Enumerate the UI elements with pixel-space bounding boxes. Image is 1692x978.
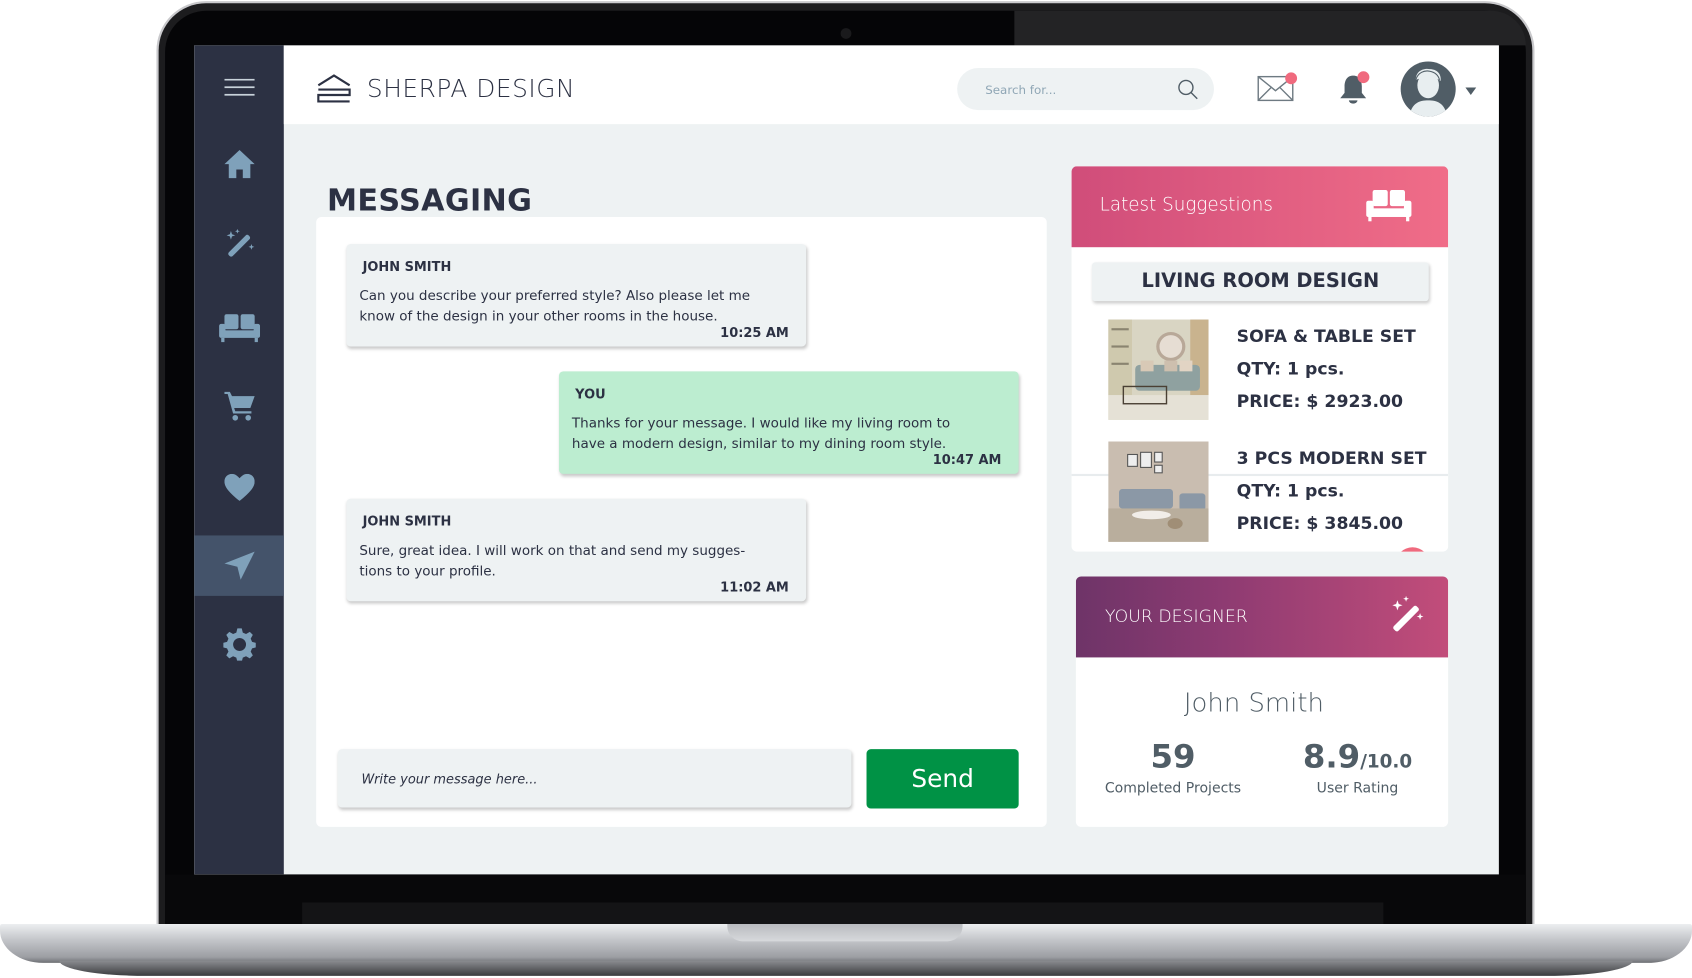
- notification-badge: [1357, 71, 1370, 84]
- user-rating-stat: 8.9/10.0 User Rating: [1271, 738, 1444, 796]
- product-price: PRICE: $ 3845.00: [1236, 512, 1404, 534]
- top-bar: SHERPA DESIGN: [283, 45, 1499, 125]
- opening-notch: [727, 924, 963, 942]
- send-icon: [223, 551, 255, 580]
- sofa-icon: [1366, 189, 1412, 222]
- user-menu-caret[interactable]: [1465, 87, 1477, 95]
- message-sender: JOHN SMITH: [362, 513, 452, 529]
- house-logo-icon: [317, 74, 351, 103]
- rating-scale: /10.0: [1360, 751, 1413, 773]
- rating-score: 8.9: [1302, 738, 1361, 777]
- suggestions-title: Latest Suggestions: [1099, 194, 1273, 216]
- product-image-sofa-table-set: [1108, 319, 1209, 420]
- product-item[interactable]: 3 PCS MODERN SET QTY: 1 pcs. PRICE: $ 38…: [1072, 441, 1449, 552]
- suggestions-header: Latest Suggestions: [1071, 166, 1449, 248]
- user-avatar-icon: [1409, 68, 1448, 117]
- product-quantity: QTY: 1 pcs.: [1236, 358, 1345, 379]
- magic-wand-icon: [226, 228, 254, 257]
- designer-header: YOUR DESIGNER: [1075, 576, 1449, 658]
- message-bubble: JOHN SMITH Can you describe your preferr…: [346, 243, 807, 347]
- sidebar-item-settings[interactable]: [194, 614, 284, 674]
- sidebar: [194, 45, 284, 875]
- sidebar-item-messaging[interactable]: [194, 535, 284, 596]
- designer-name: John Smith: [1183, 687, 1324, 718]
- send-button[interactable]: Send: [866, 749, 1019, 809]
- product-name: SOFA & TABLE SET: [1236, 326, 1416, 347]
- app-screen: SHERPA DESIGN MESSAGING JOHN SM: [194, 45, 1499, 875]
- notifications-button[interactable]: [1338, 71, 1370, 111]
- product-price: PRICE: $ 2923.00: [1236, 390, 1404, 412]
- cart-icon: [223, 391, 255, 421]
- message-input[interactable]: [359, 749, 839, 810]
- message-bubble: JOHN SMITH Sure, great idea. I will work…: [346, 498, 807, 602]
- magic-wand-icon: [1392, 595, 1424, 632]
- search-box: [957, 68, 1214, 113]
- sidebar-menu-toggle[interactable]: [194, 57, 284, 117]
- home-icon: [223, 150, 255, 179]
- user-rating-label: User Rating: [1316, 780, 1399, 797]
- completed-projects-label: Completed Projects: [1104, 780, 1242, 797]
- sidebar-item-furniture[interactable]: [194, 298, 284, 358]
- search-input[interactable]: [983, 68, 1171, 113]
- message-text: Thanks for your message. I would like my…: [571, 414, 951, 452]
- message-sender: JOHN SMITH: [362, 259, 452, 275]
- laptop-mockup: SHERPA DESIGN MESSAGING JOHN SM: [0, 0, 1692, 978]
- message-time: 11:02 AM: [720, 579, 789, 595]
- product-name: 3 PCS MODERN SET: [1236, 447, 1427, 469]
- user-rating-value: 8.9/10.0: [1271, 738, 1444, 776]
- sofa-icon: [218, 314, 260, 343]
- sidebar-item-design[interactable]: [194, 214, 284, 274]
- message-bubble-own: YOU Thanks for your message. I would lik…: [558, 371, 1019, 474]
- product-item[interactable]: SOFA & TABLE SET QTY: 1 pcs. PRICE: $ 29…: [1072, 319, 1449, 441]
- webcam: [840, 28, 852, 39]
- message-text: Can you describe your preferred style? A…: [359, 287, 751, 324]
- message-time: 10:25 AM: [720, 324, 789, 341]
- product-image-modern-set: [1108, 441, 1209, 542]
- room-category-tab[interactable]: LIVING ROOM DESIGN: [1092, 262, 1429, 302]
- hinge: [302, 902, 1384, 927]
- hamburger-menu-icon: [223, 78, 255, 96]
- mail-badge: [1285, 72, 1298, 85]
- completed-projects-stat: 59 Completed Projects: [1087, 738, 1260, 796]
- message-text: Sure, great idea. I will work on that an…: [359, 541, 746, 579]
- sidebar-item-home[interactable]: [194, 134, 284, 194]
- sidebar-item-favorites[interactable]: [194, 458, 284, 518]
- sidebar-item-cart[interactable]: [194, 376, 284, 436]
- message-composer: [337, 749, 852, 810]
- user-avatar[interactable]: [1400, 61, 1456, 117]
- your-designer-card: YOUR DESIGNER John Smith 59 Completed Pr…: [1075, 576, 1449, 827]
- page-title: MESSAGING: [326, 182, 533, 218]
- designer-card-title: YOUR DESIGNER: [1104, 605, 1248, 627]
- heart-icon: [223, 473, 255, 501]
- messages-button[interactable]: [1257, 72, 1298, 107]
- latest-suggestions-card: Latest Suggestions LIVING ROOM DESIGN SO…: [1071, 166, 1449, 552]
- chat-panel: JOHN SMITH Can you describe your preferr…: [316, 216, 1047, 827]
- message-sender: YOU: [575, 386, 606, 402]
- laptop-base-bottom: [59, 960, 1633, 976]
- brand-name: SHERPA DESIGN: [366, 75, 576, 104]
- message-time: 10:47 AM: [932, 452, 1002, 468]
- bezel-glare: [1014, 10, 1526, 46]
- search-icon[interactable]: [1177, 79, 1199, 101]
- gear-icon: [222, 628, 256, 661]
- brand-logo[interactable]: SHERPA DESIGN: [316, 73, 575, 105]
- product-quantity: QTY: 1 pcs.: [1236, 480, 1345, 501]
- completed-projects-value: 59: [1150, 738, 1196, 777]
